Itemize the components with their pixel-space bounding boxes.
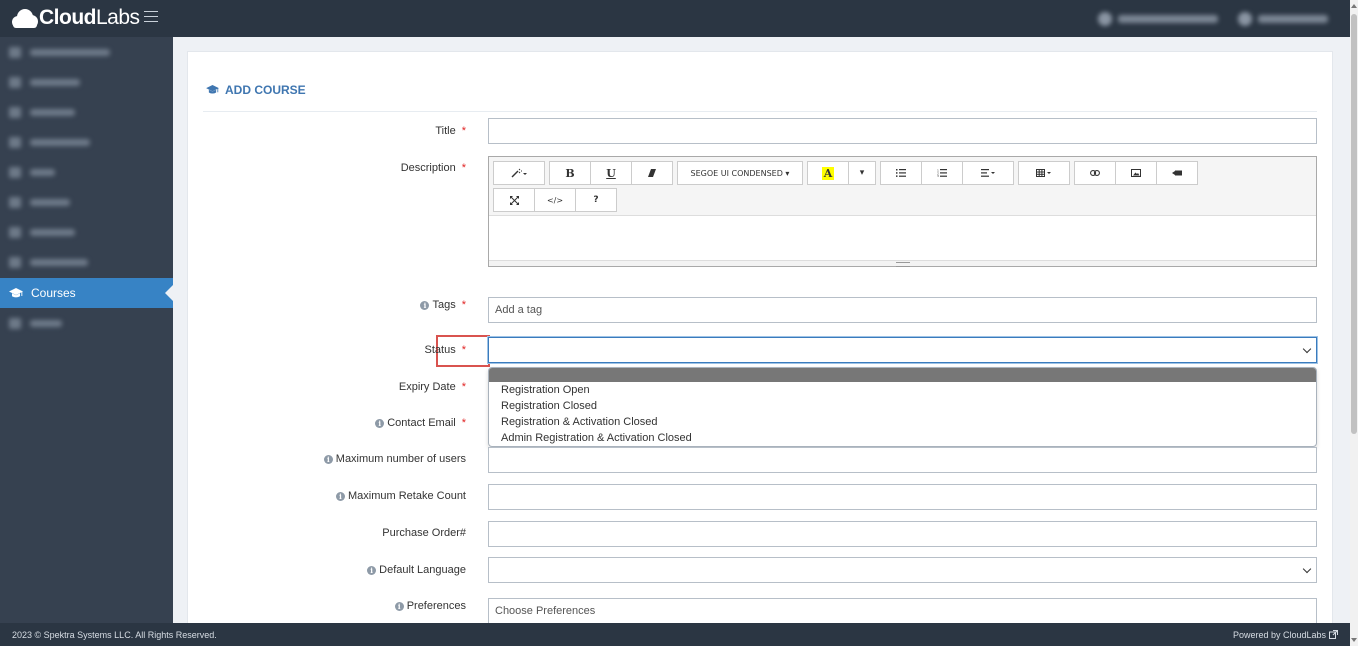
graduation-cap-icon: [206, 85, 219, 94]
menu-toggle-icon[interactable]: [144, 11, 158, 26]
contact-email-label: i Contact Email *: [375, 417, 466, 429]
powered-by-link[interactable]: Powered by CloudLabs: [1233, 630, 1338, 640]
eraser-icon: [648, 169, 656, 177]
top-bar: CloudLabs: [0, 0, 1350, 37]
tags-label: i Tags *: [420, 299, 466, 311]
editor-resize-handle[interactable]: [489, 260, 1316, 267]
max-users-label: i Maximum number of users: [323, 453, 466, 465]
status-label: Status *: [424, 344, 466, 356]
copyright-text: 2023 © Spektra Systems LLC. All Rights R…: [12, 629, 217, 640]
status-option-empty[interactable]: [489, 368, 1316, 382]
status-option[interactable]: Registration & Activation Closed: [489, 414, 1316, 430]
add-course-panel: ADD COURSE Title * Description * B U SEGOE…: [187, 51, 1333, 623]
status-option[interactable]: Admin Registration & Activation Closed: [489, 430, 1316, 446]
page-title-text: ADD COURSE: [225, 83, 306, 97]
purchase-order-label: Purchase Order#: [382, 527, 466, 539]
video-button[interactable]: [1156, 161, 1198, 185]
fullscreen-button[interactable]: [493, 188, 535, 212]
bold-button[interactable]: B: [549, 161, 591, 185]
underline-button[interactable]: U: [590, 161, 632, 185]
status-select[interactable]: [488, 337, 1317, 363]
default-language-select[interactable]: [488, 557, 1317, 583]
expiry-date-label: Expiry Date *: [398, 381, 466, 393]
image-button[interactable]: [1115, 161, 1157, 185]
sidebar-item-4[interactable]: [0, 127, 173, 157]
image-icon: [1131, 169, 1141, 177]
info-icon[interactable]: i: [323, 454, 333, 464]
sidebar-item-7[interactable]: [0, 217, 173, 247]
scroll-up-icon[interactable]: [1351, 4, 1357, 8]
scroll-down-icon[interactable]: [1351, 638, 1357, 642]
cloudlabs-logo[interactable]: CloudLabs: [10, 4, 140, 32]
sidebar-item-6[interactable]: [0, 187, 173, 217]
link-icon: [1090, 170, 1100, 176]
magic-style-button[interactable]: [493, 161, 545, 185]
sidebar-item-10[interactable]: [0, 308, 173, 338]
cloud-icon: [10, 6, 38, 30]
svg-text:3: 3: [937, 174, 939, 177]
info-icon[interactable]: i: [367, 565, 377, 575]
code-view-button[interactable]: </>: [534, 188, 576, 212]
divider: [203, 111, 1317, 112]
status-dropdown-list: Registration Open Registration Closed Re…: [488, 367, 1317, 447]
help-button[interactable]: ?: [575, 188, 617, 212]
preferences-label: i Preferences: [394, 600, 466, 612]
status-option[interactable]: Registration Closed: [489, 398, 1316, 414]
list-icon: [896, 169, 906, 177]
logo-text: CloudLabs: [39, 6, 140, 29]
sidebar-item-8[interactable]: [0, 247, 173, 277]
ordered-list-button[interactable]: 123: [921, 161, 963, 185]
sidebar-item-label: Courses: [31, 286, 76, 300]
ordered-list-icon: 123: [937, 169, 947, 177]
user-menu[interactable]: [1238, 12, 1328, 26]
title-label: Title *: [435, 125, 466, 137]
sidebar-item-3[interactable]: [0, 97, 173, 127]
eraser-button[interactable]: [631, 161, 673, 185]
max-users-input[interactable]: [488, 447, 1317, 473]
main-content: ADD COURSE Title * Description * B U SEGOE…: [173, 37, 1350, 623]
sidebar: Courses: [0, 37, 173, 623]
sidebar-item-1[interactable]: [0, 37, 173, 67]
table-button[interactable]: [1018, 161, 1070, 185]
info-icon[interactable]: i: [336, 491, 345, 501]
unordered-list-button[interactable]: [880, 161, 922, 185]
sidebar-item-5[interactable]: [0, 157, 173, 187]
scroll-thumb[interactable]: [1351, 14, 1357, 434]
preferences-input[interactable]: Choose Preferences: [488, 598, 1317, 623]
magic-wand-icon: [511, 168, 527, 178]
align-icon: [981, 169, 995, 177]
font-name-dropdown[interactable]: SEGOE UI CONDENSED ▾: [677, 161, 803, 185]
max-retake-label: i Maximum Retake Count: [336, 490, 466, 502]
default-language-label: i Default Language: [367, 564, 466, 576]
info-icon[interactable]: i: [420, 300, 430, 310]
sidebar-item-2[interactable]: [0, 67, 173, 97]
notifications-menu[interactable]: [1098, 12, 1218, 26]
highlight-color-button[interactable]: A: [807, 161, 849, 185]
title-input[interactable]: [488, 118, 1317, 144]
graduation-cap-icon: [9, 287, 23, 297]
description-label: Description *: [400, 162, 466, 174]
footer: 2023 © Spektra Systems LLC. All Rights R…: [0, 623, 1350, 646]
editor-toolbar: B U SEGOE UI CONDENSED ▾ A ▾ 123 </> ?: [489, 157, 1316, 216]
color-dropdown-button[interactable]: ▾: [848, 161, 876, 185]
link-button[interactable]: [1074, 161, 1116, 185]
max-retake-input[interactable]: [488, 484, 1317, 510]
info-icon[interactable]: i: [375, 418, 385, 428]
table-icon: [1036, 169, 1051, 177]
page-scrollbar[interactable]: [1350, 0, 1358, 646]
video-icon: [1172, 170, 1182, 176]
page-title: ADD COURSE: [206, 83, 306, 97]
info-icon[interactable]: i: [394, 601, 404, 611]
paragraph-align-button[interactable]: [962, 161, 1014, 185]
status-option[interactable]: Registration Open: [489, 382, 1316, 398]
purchase-order-input[interactable]: [488, 521, 1317, 547]
fullscreen-icon: [509, 195, 519, 205]
tags-input[interactable]: Add a tag: [488, 297, 1317, 323]
description-editor[interactable]: B U SEGOE UI CONDENSED ▾ A ▾ 123 </> ?: [488, 156, 1317, 267]
sidebar-item-courses[interactable]: Courses: [0, 278, 173, 308]
external-link-icon: [1329, 630, 1338, 639]
